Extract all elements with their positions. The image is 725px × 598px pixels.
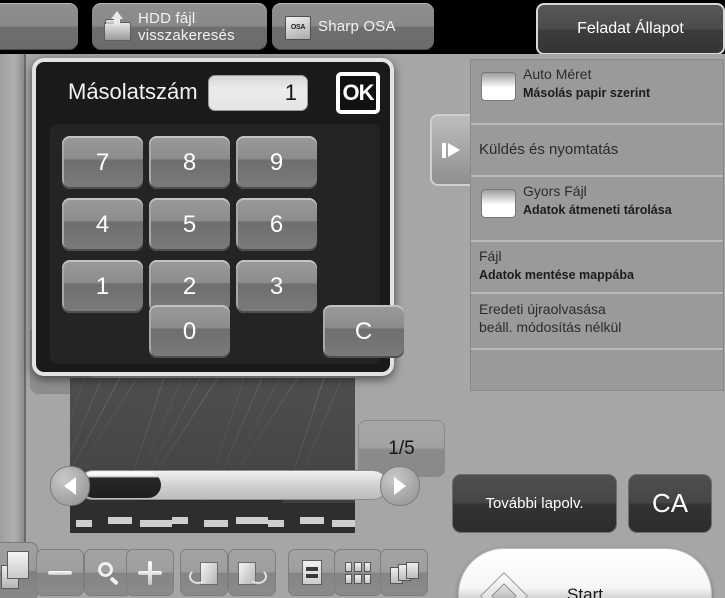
document-stack-icon[interactable] — [0, 542, 38, 598]
zoom-in-button[interactable] — [126, 549, 174, 596]
building — [300, 517, 324, 524]
stack-view-icon — [390, 561, 419, 584]
expand-panel-icon — [442, 142, 460, 158]
preview-scrollbar[interactable] — [78, 470, 388, 500]
arrow-right-icon[interactable] — [380, 466, 420, 506]
view-stack-button[interactable] — [380, 549, 428, 596]
building — [236, 517, 268, 524]
rotate-right-icon — [237, 560, 267, 586]
key-3[interactable]: 3 — [236, 260, 317, 313]
document-preview[interactable] — [70, 378, 355, 533]
panel-row-auto-meret[interactable]: Auto Méret Másolás papir szerint — [471, 60, 723, 125]
scan-more-button[interactable]: További lapolv. — [452, 474, 617, 533]
tab-hdd-label: HDD fájl visszakeresés — [138, 9, 235, 44]
rotate-left-button[interactable] — [180, 549, 228, 596]
printer-touch-panel: il HDD fájl visszakeresés OSA Sharp OSA … — [0, 0, 725, 598]
rotate-left-icon — [189, 560, 219, 586]
panel-row-3-main: Fájl — [479, 248, 502, 264]
main-area: Auto Méret Másolás papir szerint Küldés … — [0, 54, 725, 598]
top-tab-bar: il HDD fájl visszakeresés OSA Sharp OSA … — [0, 0, 725, 55]
key-clear[interactable]: C — [323, 305, 404, 358]
plus-icon — [138, 560, 162, 585]
building — [172, 517, 188, 524]
settings-panel: Auto Méret Másolás papir szerint Küldés … — [470, 59, 724, 391]
building — [108, 517, 132, 524]
panel-row-0-sub: Másolás papir szerint — [523, 86, 651, 100]
start-button[interactable]: Start — [458, 548, 712, 598]
start-diamond-icon — [479, 571, 529, 598]
building — [268, 520, 284, 527]
building — [204, 520, 228, 527]
key-4[interactable]: 4 — [62, 198, 143, 251]
zoom-out-button[interactable] — [36, 549, 84, 596]
key-0[interactable]: 0 — [149, 305, 230, 358]
key-9[interactable]: 9 — [236, 136, 317, 189]
arrow-left-icon[interactable] — [50, 466, 90, 506]
left-rail — [0, 54, 26, 598]
preview-image — [70, 378, 355, 533]
panel-row-empty — [471, 350, 723, 390]
building — [140, 520, 172, 527]
ok-button[interactable]: OK — [336, 72, 380, 114]
key-6[interactable]: 6 — [236, 198, 317, 251]
panel-row-kuldes-nyomtatas[interactable]: Küldés és nyomtatás — [471, 125, 723, 177]
rotate-right-button[interactable] — [228, 549, 276, 596]
copy-count-input[interactable]: 1 — [208, 75, 308, 111]
panel-row-gyors-fajl[interactable]: Gyors Fájl Adatok átmeneti tárolása — [471, 177, 723, 242]
clear-all-button[interactable]: CA — [628, 474, 712, 533]
minus-icon — [48, 570, 72, 575]
key-1[interactable]: 1 — [62, 260, 143, 313]
preview-ground — [70, 503, 355, 533]
key-5[interactable]: 5 — [149, 198, 230, 251]
tab-osa-label: Sharp OSA — [318, 18, 396, 35]
view-grid-button[interactable] — [334, 549, 382, 596]
panel-row-3-sub: Adatok mentése mappába — [479, 268, 634, 282]
building — [76, 520, 92, 527]
panel-row-1-main: Küldés és nyomtatás — [479, 141, 619, 158]
panel-row-0-main: Auto Méret — [523, 66, 592, 82]
job-status-button[interactable]: Feladat Állapot — [536, 3, 725, 55]
single-page-icon — [302, 560, 322, 585]
tab-hdd-file-retrieve[interactable]: HDD fájl visszakeresés — [92, 3, 267, 50]
tab-sharp-osa[interactable]: OSA Sharp OSA — [272, 3, 434, 50]
panel-expand-tab[interactable] — [430, 114, 470, 186]
folder-upload-icon — [102, 10, 132, 43]
magnifier-icon — [96, 561, 120, 585]
panel-row-2-sub: Adatok átmeneti tárolása — [523, 203, 672, 217]
copy-count-label: Másolatszám — [68, 79, 198, 104]
osa-badge-icon: OSA — [282, 11, 312, 43]
view-single-button[interactable] — [288, 549, 336, 596]
panel-row-2-main: Gyors Fájl — [523, 183, 587, 199]
numeric-keypad: 7 8 9 4 5 6 1 2 3 0 C — [50, 124, 404, 364]
key-8[interactable]: 8 — [149, 136, 230, 189]
checkbox-gyors-fajl[interactable] — [481, 189, 516, 218]
panel-row-4-main: Eredeti újraolvasása beáll. módosítás né… — [479, 301, 622, 335]
panel-row-fajl[interactable]: Fájl Adatok mentése mappába — [471, 242, 723, 294]
zoom-button[interactable] — [84, 549, 132, 596]
checkbox-auto-meret[interactable] — [481, 72, 516, 101]
tab-partial-left[interactable]: il — [0, 3, 78, 50]
panel-row-eredeti-ujraolvasasa[interactable]: Eredeti újraolvasása beáll. módosítás né… — [471, 294, 723, 350]
scrollbar-thumb[interactable] — [81, 472, 161, 498]
grid-view-icon — [345, 561, 371, 584]
key-7[interactable]: 7 — [62, 136, 143, 189]
copy-count-dialog: Másolatszám 1 OK 7 8 9 4 5 6 1 2 3 0 C — [32, 58, 404, 376]
start-button-label: Start — [567, 585, 603, 598]
building — [332, 520, 355, 527]
